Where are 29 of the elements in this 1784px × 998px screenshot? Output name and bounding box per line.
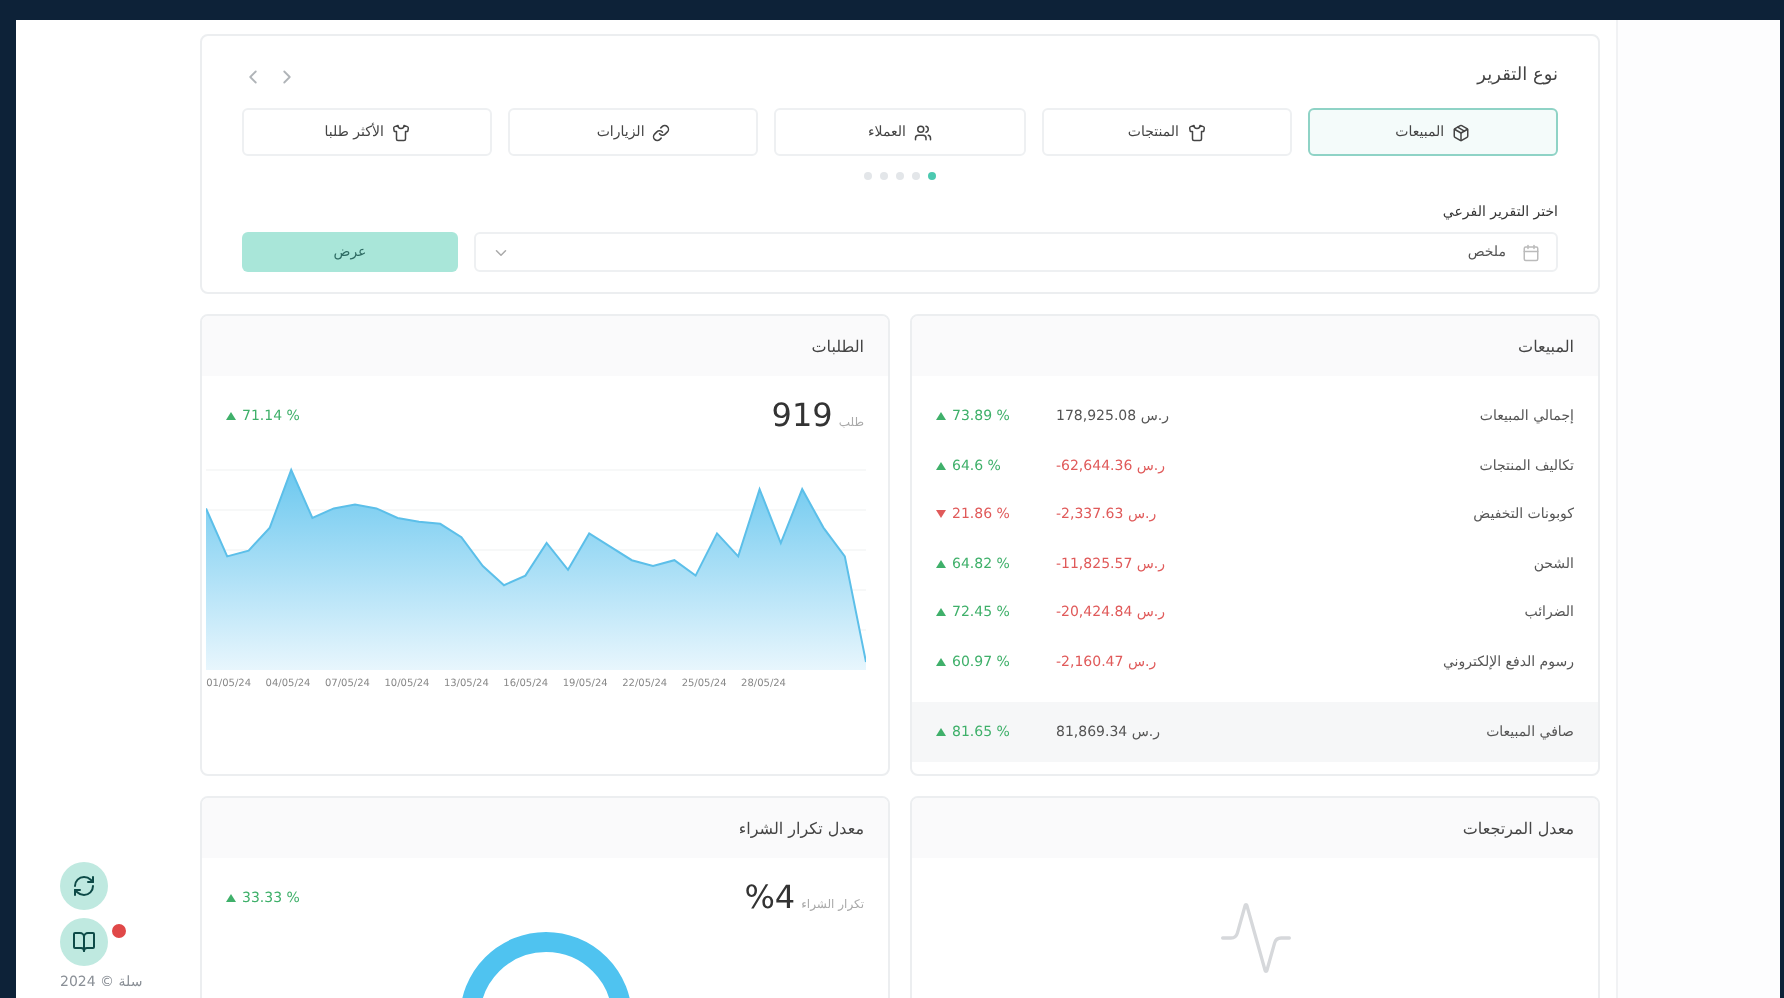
pulse-icon [1215, 898, 1295, 978]
up-triangle-icon [226, 411, 236, 419]
book-button[interactable] [60, 918, 108, 966]
book-icon [72, 930, 96, 954]
card-title: معدل تكرار الشراء [738, 819, 864, 837]
link-icon [652, 123, 671, 141]
refresh-icon [72, 874, 96, 898]
repeat-rate-value: %4 [744, 878, 796, 916]
card-title: الطلبات [811, 337, 864, 355]
orders-count: 919 [771, 396, 833, 434]
refresh-button[interactable] [60, 862, 108, 910]
down-triangle-icon [936, 510, 946, 519]
up-triangle-icon [226, 893, 236, 901]
up-triangle-icon [936, 657, 946, 666]
card-title: نوع التقرير [1477, 66, 1558, 86]
card-title: معدل المرتجعات [1462, 819, 1574, 837]
shirt-icon [391, 123, 410, 141]
up-triangle-icon [936, 559, 946, 568]
pager-dot[interactable] [928, 172, 936, 180]
up-triangle-icon [936, 461, 946, 470]
notification-badge [110, 922, 128, 940]
card-title: المبيعات [1518, 337, 1574, 355]
up-triangle-icon [936, 728, 946, 736]
calendar-icon [1522, 243, 1540, 261]
up-triangle-icon [936, 412, 946, 421]
users-icon [913, 123, 932, 141]
shirt-icon [1187, 123, 1205, 141]
up-triangle-icon [936, 608, 946, 617]
box-icon [1452, 123, 1471, 141]
